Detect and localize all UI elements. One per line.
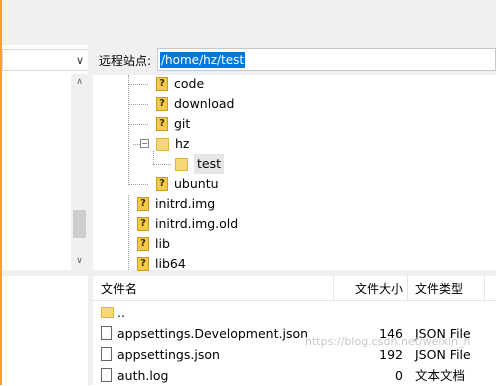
folder-icon — [101, 307, 114, 318]
file-row[interactable]: auth.log 0 文本文档 — [93, 365, 496, 386]
remote-path-value[interactable]: /home/hz/test — [160, 52, 246, 68]
question-folder-icon: ? — [137, 237, 149, 251]
tree-item-code[interactable]: ? code — [156, 74, 204, 94]
tree-item-download[interactable]: ? download — [156, 94, 234, 114]
question-folder-icon: ? — [156, 77, 168, 91]
folder-open-icon — [156, 137, 169, 151]
scrollbar-thumb[interactable] — [73, 210, 86, 238]
column-header-type[interactable]: 文件类型 — [415, 277, 463, 301]
collapse-toggle[interactable]: − — [140, 139, 149, 148]
question-folder-icon: ? — [156, 177, 168, 191]
question-folder-icon: ? — [137, 217, 149, 231]
remote-tree-pane[interactable]: ? code ? download ? git − hz test ? ubun… — [93, 74, 496, 271]
tree-item-lib[interactable]: ? lib — [137, 234, 170, 254]
tree-item-initrd-img[interactable]: ? initrd.img — [137, 194, 215, 214]
local-tree-scrollbar[interactable]: ∧ ∨ — [71, 74, 88, 270]
question-folder-icon: ? — [156, 117, 168, 131]
chevron-down-icon[interactable]: ∨ — [76, 55, 84, 66]
question-folder-icon: ? — [137, 197, 149, 211]
column-header-size[interactable]: 文件大小 — [355, 277, 403, 301]
question-folder-icon: ? — [137, 257, 149, 271]
tree-item-test[interactable]: test — [175, 154, 225, 174]
scroll-down-arrow-icon[interactable]: ∨ — [71, 253, 88, 270]
remote-site-label: 远程站点: — [99, 54, 152, 68]
json-file-icon — [101, 326, 112, 340]
text-file-icon — [101, 368, 112, 382]
folder-icon — [175, 157, 188, 171]
local-tree-pane[interactable] — [2, 74, 71, 270]
watermark-text: https://blog.csdn.net/weixin_h — [305, 335, 471, 348]
tree-item-lib64[interactable]: ? lib64 — [137, 254, 186, 274]
scroll-up-arrow-icon[interactable]: ∧ — [71, 74, 88, 91]
json-file-icon — [101, 347, 112, 361]
toolbar-area — [0, 0, 496, 45]
remote-file-list[interactable]: 文件名 文件大小 文件类型 .. appsettings.Development… — [93, 276, 496, 385]
tree-item-hz[interactable]: hz — [156, 134, 189, 154]
tree-item-git[interactable]: ? git — [156, 114, 190, 134]
question-folder-icon: ? — [156, 97, 168, 111]
local-file-list[interactable] — [2, 276, 88, 385]
tree-item-ubuntu[interactable]: ? ubuntu — [156, 174, 219, 194]
tree-item-initrd-img-old[interactable]: ? initrd.img.old — [137, 214, 238, 234]
local-path-combobox[interactable]: ∨ — [2, 49, 90, 71]
column-header-name[interactable]: 文件名 — [101, 277, 137, 301]
file-row-parent[interactable]: .. — [93, 302, 496, 323]
